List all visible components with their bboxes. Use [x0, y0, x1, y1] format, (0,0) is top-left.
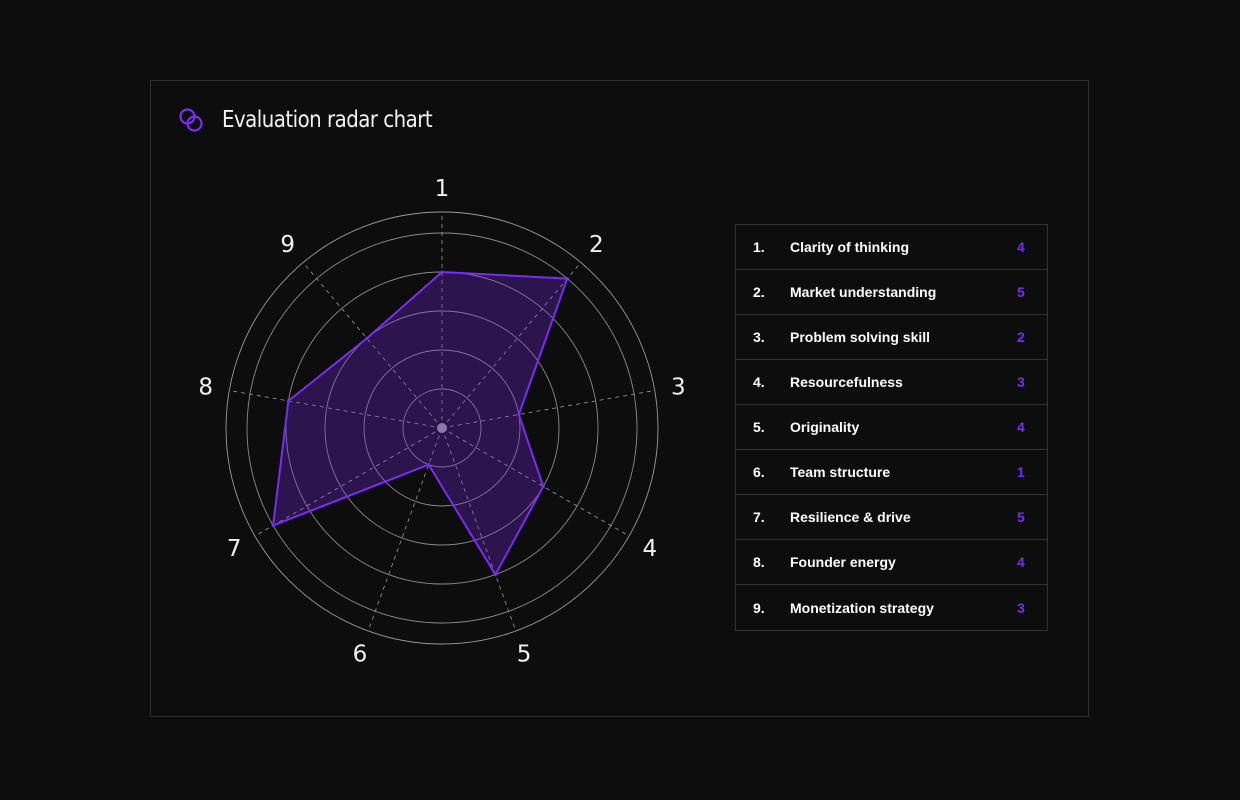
legend-number: 3.	[753, 329, 765, 345]
legend-label: Problem solving skill	[790, 329, 931, 345]
data-point	[427, 463, 431, 467]
data-point	[440, 270, 444, 274]
data-point	[541, 485, 545, 488]
axis-label: 4	[643, 536, 658, 562]
legend-row: 4. Resourcefulness 3	[736, 360, 1047, 405]
center-dot	[437, 423, 447, 433]
evaluation-card: Evaluation radar chart 123456789 1. Clar…	[150, 80, 1089, 717]
legend-label: Clarity of thinking	[790, 239, 909, 255]
legend-row: 9. Monetization strategy 3	[736, 585, 1047, 630]
legend-score: 5	[1017, 284, 1025, 300]
data-point	[517, 412, 521, 416]
legend-number: 8.	[753, 554, 765, 570]
axis-label: 5	[517, 642, 532, 668]
legend-score: 4	[1017, 419, 1025, 435]
data-area	[271, 270, 569, 577]
legend-row: 6. Team structure 1	[736, 450, 1047, 495]
legend-number: 4.	[753, 374, 765, 390]
legend-row: 5. Originality 4	[736, 405, 1047, 450]
legend-row: 8. Founder energy 4	[736, 540, 1047, 585]
legend-label: Monetization strategy	[790, 599, 934, 616]
legend-number: 5.	[753, 419, 765, 435]
legend-label: Resourcefulness	[790, 374, 903, 390]
legend-number: 7.	[753, 509, 765, 525]
axis-label: 2	[589, 232, 604, 258]
radar-chart: 1 2 3 4 5 6 7 8 9	[198, 176, 686, 668]
data-point	[271, 524, 275, 527]
axis-label: 8	[198, 374, 213, 400]
axis-label: 3	[671, 374, 686, 400]
legend-number: 2.	[753, 284, 765, 300]
legend-score: 4	[1017, 239, 1025, 255]
legend-row: 2. Market understanding 5	[736, 270, 1047, 315]
legend-score: 5	[1017, 509, 1025, 525]
legend-number: 6.	[753, 464, 765, 480]
axis-label: 1	[435, 176, 450, 202]
legend-label: Team structure	[790, 464, 891, 480]
data-point	[365, 336, 369, 340]
data-point	[565, 277, 569, 281]
legend-number: 9.	[753, 599, 765, 616]
axis-label: 6	[353, 642, 368, 668]
legend-label: Originality	[790, 419, 860, 435]
legend-row: 7. Resilience & drive 5	[736, 495, 1047, 540]
legend-row: 1. Clarity of thinking 4	[736, 225, 1047, 270]
axis-label: 7	[227, 536, 242, 562]
data-point	[286, 399, 290, 403]
legend-label: Market understanding	[790, 284, 937, 300]
legend-score: 2	[1017, 329, 1025, 345]
legend-label: Resilience & drive	[790, 509, 911, 525]
legend-score: 1	[1017, 464, 1025, 480]
legend-table: 1. Clarity of thinking 4 2. Market under…	[735, 224, 1048, 631]
legend-number: 1.	[753, 239, 765, 255]
legend-score: 3	[1017, 599, 1025, 616]
data-point	[493, 573, 497, 577]
legend-row: 3. Problem solving skill 2	[736, 315, 1047, 360]
legend-score: 3	[1017, 374, 1025, 390]
axis-label: 9	[280, 232, 295, 258]
legend-label: Founder energy	[790, 554, 896, 570]
legend-score: 4	[1017, 554, 1025, 570]
